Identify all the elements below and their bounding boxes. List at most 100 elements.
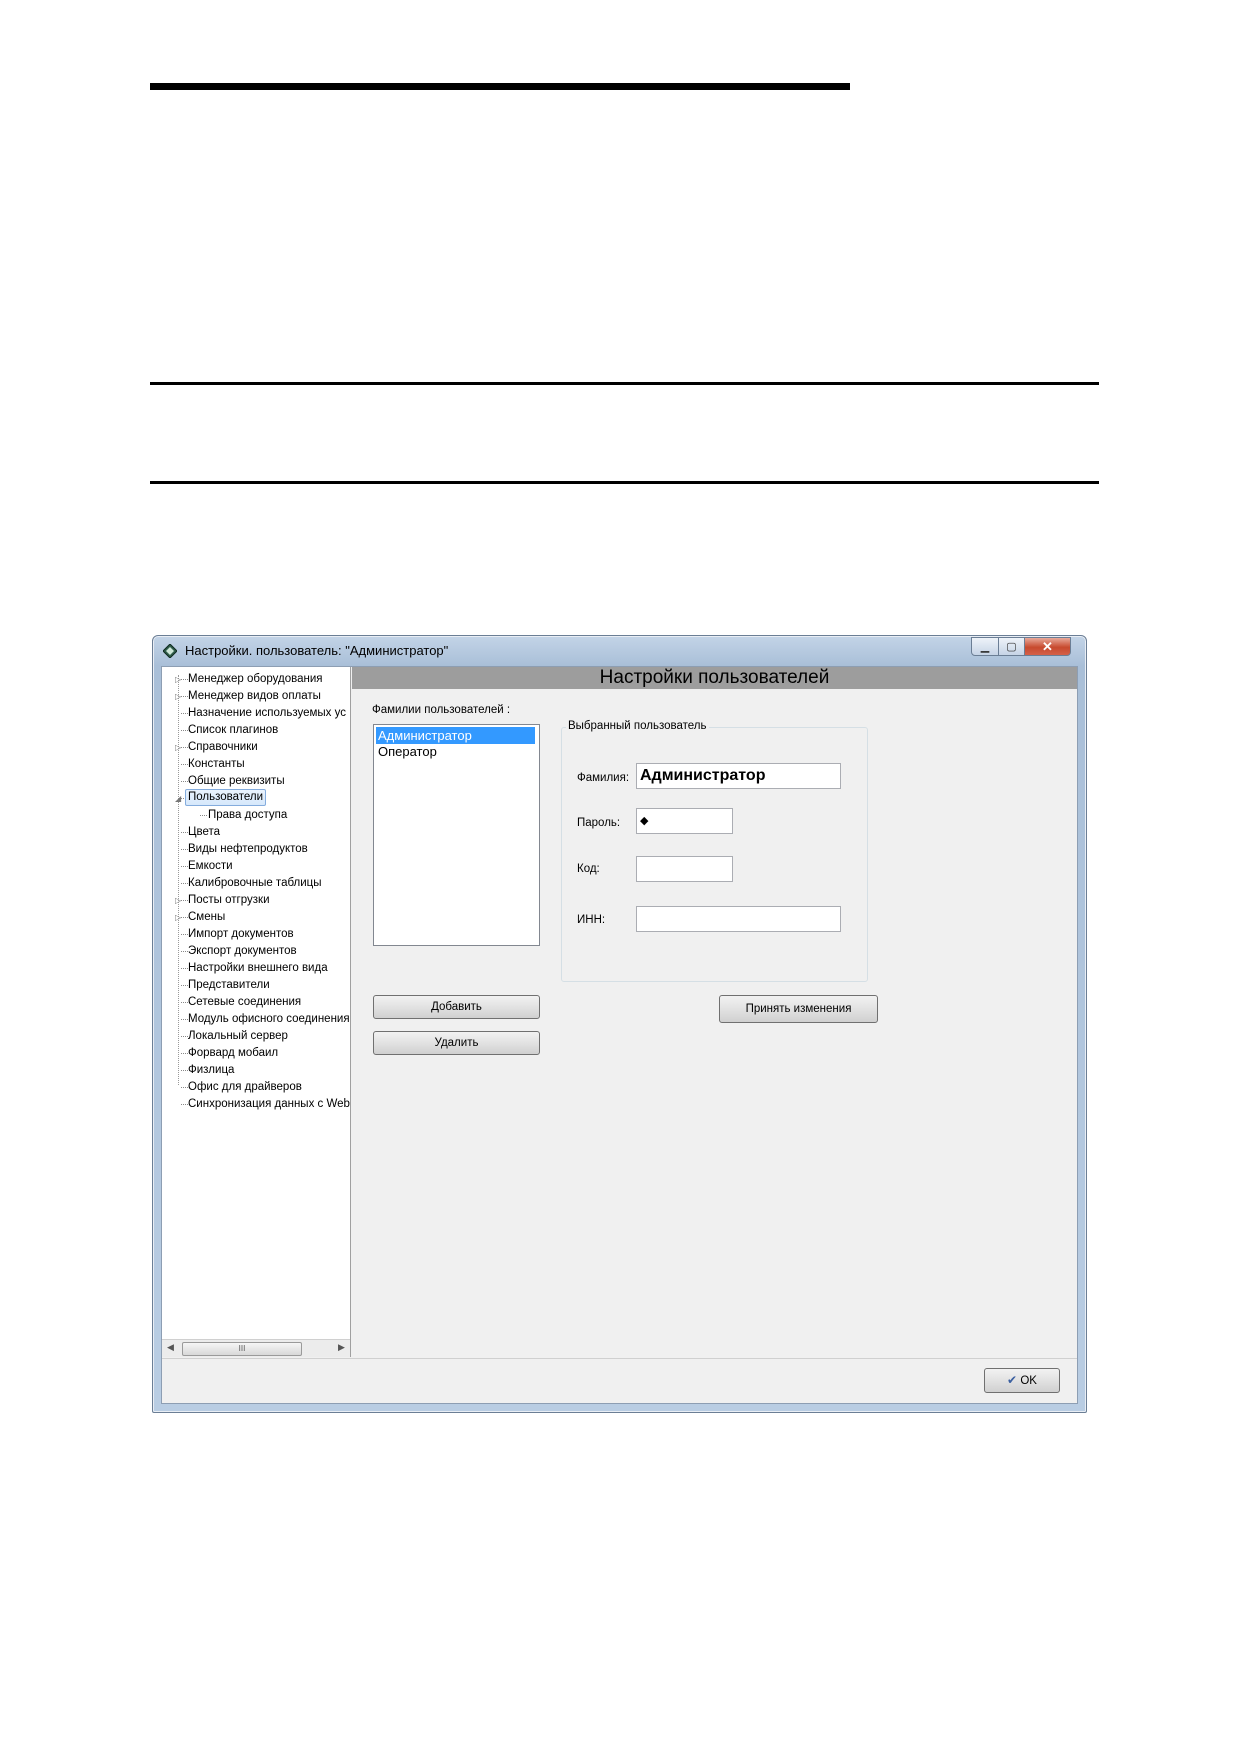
tree-connector — [181, 883, 188, 884]
tree-connector — [200, 815, 207, 816]
tree-connector — [181, 1002, 188, 1003]
tree-item-label: Посты отгрузки — [188, 894, 270, 906]
tree-connector — [181, 1087, 188, 1088]
tree-item[interactable]: Константы — [162, 756, 350, 773]
surname-field[interactable]: Администратор — [636, 763, 841, 789]
tree-item-label: Локальный сервер — [188, 1030, 288, 1042]
minimize-button[interactable]: ▁ — [971, 637, 999, 656]
tree-item-label: Импорт документов — [188, 928, 294, 940]
code-label: Код: — [577, 863, 600, 875]
tree-item[interactable]: Цвета — [162, 824, 350, 841]
tree-item-label: Константы — [188, 758, 245, 770]
tree-item[interactable]: Список плагинов — [162, 722, 350, 739]
users-listbox[interactable]: Администратор Оператор — [373, 724, 540, 946]
tree-connector — [181, 1036, 188, 1037]
scroll-right-icon[interactable]: ▶ — [338, 1342, 345, 1353]
tree-item-label: Цвета — [188, 826, 221, 838]
tree-connector — [181, 900, 188, 901]
tree-item[interactable]: Права доступа — [162, 807, 350, 824]
title-bar[interactable]: Настройки. пользователь: "Администратор"… — [153, 636, 1086, 666]
tree-connector — [181, 866, 188, 867]
maximize-icon: ▢ — [1006, 641, 1017, 653]
tree-item[interactable]: Представители — [162, 977, 350, 994]
password-field[interactable]: ◆ — [636, 808, 733, 834]
tree-connector — [181, 696, 188, 697]
app-diamond-icon — [163, 644, 177, 658]
tree-item[interactable]: Локальный сервер — [162, 1028, 350, 1045]
surname-label: Фамилия: — [577, 772, 630, 784]
list-item-user[interactable]: Администратор — [376, 727, 535, 744]
tree-item-label: Офис для драйверов — [188, 1081, 302, 1093]
checkmark-icon: ✔ — [1007, 1373, 1018, 1387]
tree-connector — [181, 951, 188, 952]
tree-item[interactable]: Офис для драйверов — [162, 1079, 350, 1096]
panel-header: Настройки пользователей — [352, 667, 1077, 689]
tree-item-label: Виды нефтепродуктов — [188, 843, 308, 855]
ok-button[interactable]: ✔ OK — [984, 1368, 1060, 1393]
tree-item[interactable]: ▷ Справочники — [162, 739, 350, 756]
divider-rule — [150, 382, 1099, 385]
tree-item[interactable]: Настройки внешнего вида — [162, 960, 350, 977]
tree-item-label: Физлица — [188, 1064, 235, 1076]
minimize-icon: ▁ — [980, 641, 990, 653]
divider-rule — [150, 481, 1099, 484]
tree-item[interactable]: ▷ Менеджер видов оплаты — [162, 688, 350, 705]
tree-connector — [181, 747, 188, 748]
tree-connector — [181, 1019, 188, 1020]
tree-item[interactable]: Назначение используемых ус — [162, 705, 350, 722]
tree-item[interactable]: Сетевые соединения — [162, 994, 350, 1011]
ok-label: OK — [1020, 1375, 1037, 1387]
tree-item[interactable]: Емкости — [162, 858, 350, 875]
tree-item[interactable]: ◢ Пользователи — [162, 789, 350, 807]
tree-item-label: Права доступа — [208, 809, 288, 821]
tree-item-label: Синхронизация данных с Web — [188, 1098, 350, 1110]
settings-window: Настройки. пользователь: "Администратор"… — [152, 635, 1087, 1413]
tree-item[interactable]: ▷ Менеджер оборудования — [162, 671, 350, 688]
tree-item[interactable]: Синхронизация данных с Web — [162, 1096, 350, 1113]
tree-item-label: Смены — [188, 911, 226, 923]
tree-connector — [181, 934, 188, 935]
tree-connector — [181, 985, 188, 986]
delete-user-button[interactable]: Удалить — [373, 1031, 540, 1055]
tree-item-label: Общие реквизиты — [188, 775, 285, 787]
tree-item[interactable]: Калибровочные таблицы — [162, 875, 350, 892]
window-client-area: ▷ Менеджер оборудования ▷ Менеджер видов оп… — [161, 666, 1078, 1404]
tree-item-label: Список плагинов — [188, 724, 279, 736]
tree-item[interactable]: ▷ Смены — [162, 909, 350, 926]
tree-connector — [181, 1070, 188, 1071]
tree-connector — [181, 764, 188, 765]
tree-connector — [181, 781, 188, 782]
tree-connector — [181, 713, 188, 714]
bottom-bar: ✔ OK — [162, 1358, 1077, 1403]
tree-item-label: Форвард мобаил — [188, 1047, 279, 1059]
tree-item[interactable]: ▷ Посты отгрузки — [162, 892, 350, 909]
list-item-user[interactable]: Оператор — [376, 743, 437, 760]
tree-item[interactable]: Форвард мобаил — [162, 1045, 350, 1062]
tree-item-label: Менеджер видов оплаты — [188, 690, 321, 702]
tree-item[interactable]: Физлица — [162, 1062, 350, 1079]
tree-item[interactable]: Модуль офисного соединения — [162, 1011, 350, 1028]
add-user-button[interactable]: Добавить — [373, 995, 540, 1019]
maximize-button[interactable]: ▢ — [998, 637, 1025, 656]
tree-item-label: Экспорт документов — [188, 945, 297, 957]
inn-field[interactable] — [636, 906, 841, 932]
apply-changes-button[interactable]: Принять изменения — [719, 995, 878, 1023]
scroll-left-icon[interactable]: ◀ — [167, 1342, 174, 1353]
tree-item-label: Емкости — [188, 860, 233, 872]
users-list-label: Фамилии пользователей : — [372, 704, 511, 716]
settings-tree[interactable]: ▷ Менеджер оборудования ▷ Менеджер видов оп… — [162, 667, 351, 1357]
close-button[interactable]: ✕ — [1024, 637, 1071, 656]
tree-item[interactable]: Виды нефтепродуктов — [162, 841, 350, 858]
tree-item[interactable]: Экспорт документов — [162, 943, 350, 960]
tree-item-label: Настройки внешнего вида — [188, 962, 328, 974]
tree-item[interactable]: Общие реквизиты — [162, 773, 350, 790]
scroll-thumb[interactable]: III — [182, 1342, 302, 1356]
tree-horizontal-scrollbar[interactable]: ◀ III ▶ — [162, 1339, 350, 1357]
tree-connector — [181, 679, 188, 680]
tree-item-label: Калибровочные таблицы — [188, 877, 322, 889]
tree-connector — [181, 1053, 188, 1054]
tree-item[interactable]: Импорт документов — [162, 926, 350, 943]
code-field[interactable] — [636, 856, 733, 882]
inn-label: ИНН: — [577, 914, 606, 926]
tree-item-label: Пользователи — [185, 789, 267, 806]
